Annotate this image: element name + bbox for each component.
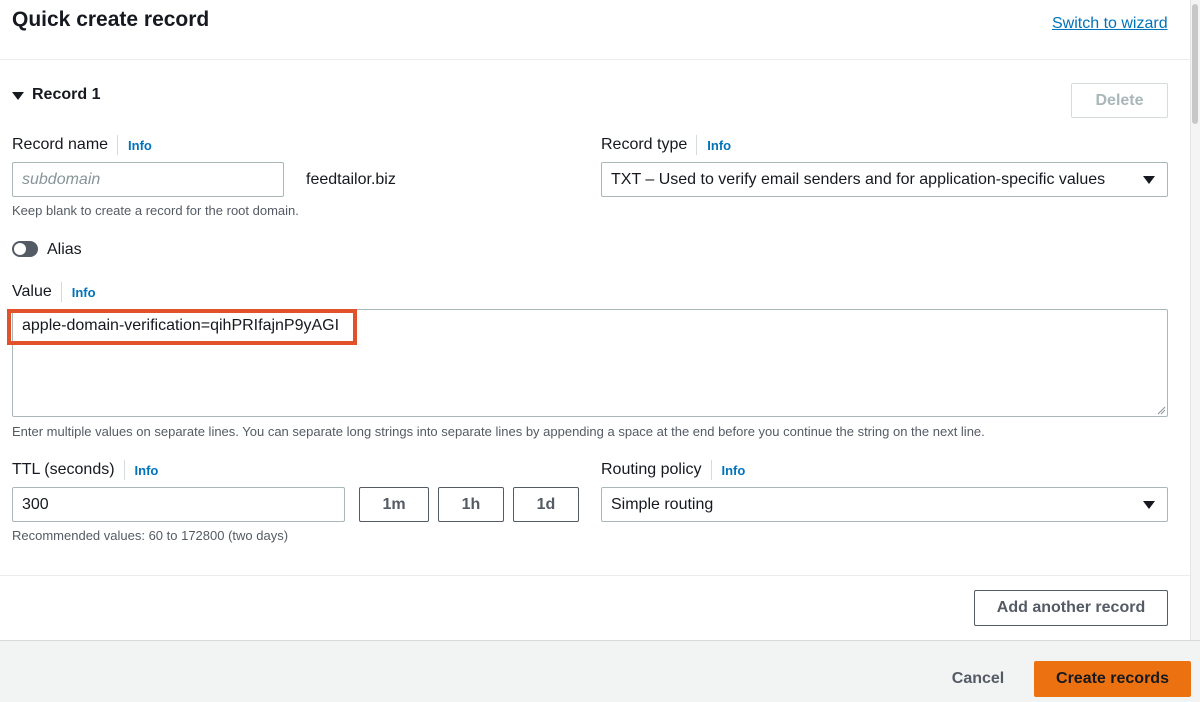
dropdown-caret-icon <box>1143 175 1155 184</box>
section-divider <box>0 575 1190 576</box>
label-separator <box>123 460 125 480</box>
resize-grip-icon[interactable] <box>1156 405 1166 415</box>
ttl-hint: Recommended values: 60 to 172800 (two da… <box>12 528 289 543</box>
record-name-placeholder: subdomain <box>22 170 101 188</box>
label-separator <box>696 135 698 155</box>
routing-policy-select[interactable]: Simple routing <box>601 487 1168 522</box>
caret-down-icon <box>12 91 24 100</box>
header-divider <box>0 59 1190 60</box>
value-info-link[interactable]: Info <box>72 285 96 300</box>
ttl-value: 300 <box>22 495 49 513</box>
record-type-label: Record type <box>601 136 688 153</box>
alias-toggle[interactable] <box>12 241 38 257</box>
routing-policy-label-row: Routing policy Info <box>601 460 745 480</box>
routing-policy-selected: Simple routing <box>611 495 714 513</box>
ttl-input[interactable]: 300 <box>12 487 345 522</box>
create-records-button[interactable]: Create records <box>1034 661 1191 697</box>
record-section-label: Record 1 <box>32 86 101 103</box>
routing-policy-label: Routing policy <box>601 461 702 478</box>
value-label: Value <box>12 283 52 300</box>
ttl-preset-1m-button[interactable]: 1m <box>359 487 429 522</box>
ttl-preset-1h-button[interactable]: 1h <box>438 487 504 522</box>
record-type-label-row: Record type Info <box>601 135 731 155</box>
scrollbar-thumb[interactable] <box>1192 4 1198 124</box>
ttl-label-row: TTL (seconds) Info <box>12 460 158 480</box>
delete-button[interactable]: Delete <box>1071 83 1168 118</box>
domain-suffix: feedtailor.biz <box>306 171 396 188</box>
toggle-knob <box>14 243 26 255</box>
routing-policy-info-link[interactable]: Info <box>722 463 746 478</box>
ttl-preset-1d-button[interactable]: 1d <box>513 487 579 522</box>
record-name-label-row: Record name Info <box>12 135 152 155</box>
record-type-info-link[interactable]: Info <box>707 138 731 153</box>
dropdown-caret-icon <box>1143 500 1155 509</box>
switch-to-wizard-link[interactable]: Switch to wizard <box>1052 15 1168 33</box>
value-label-row: Value Info <box>12 282 96 302</box>
add-another-record-button[interactable]: Add another record <box>974 590 1168 626</box>
alias-label: Alias <box>47 241 82 258</box>
ttl-label: TTL (seconds) <box>12 461 115 478</box>
value-hint: Enter multiple values on separate lines.… <box>12 424 985 439</box>
record-type-selected: TXT – Used to verify email senders and f… <box>611 170 1106 188</box>
quick-create-panel: Quick create record Switch to wizard Rec… <box>0 0 1190 640</box>
label-separator <box>117 135 119 155</box>
record-name-info-link[interactable]: Info <box>128 138 152 153</box>
label-separator <box>710 460 712 480</box>
record-name-label: Record name <box>12 136 109 153</box>
label-separator <box>60 282 62 302</box>
highlight-annotation <box>7 309 357 345</box>
page-title: Quick create record <box>12 8 210 31</box>
cancel-button[interactable]: Cancel <box>935 661 1021 697</box>
record-name-hint: Keep blank to create a record for the ro… <box>12 203 299 218</box>
record-type-select[interactable]: TXT – Used to verify email senders and f… <box>601 162 1168 197</box>
ttl-info-link[interactable]: Info <box>135 463 159 478</box>
record-section-toggle[interactable]: Record 1 <box>12 86 100 104</box>
record-name-input[interactable]: subdomain <box>12 162 284 197</box>
